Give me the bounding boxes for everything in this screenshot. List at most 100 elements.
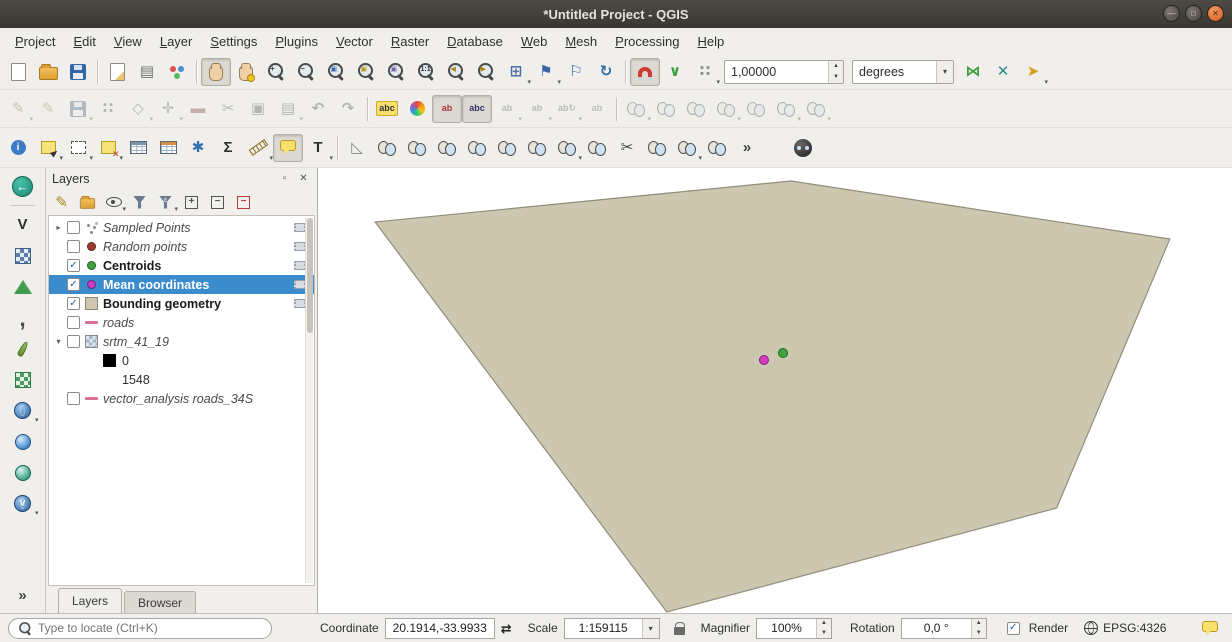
pan-to-selection-button[interactable]	[231, 58, 261, 86]
menu-settings[interactable]: Settings	[201, 31, 266, 52]
offset-curve-button[interactable]: ▾	[672, 134, 702, 162]
set-square-button[interactable]: ◺	[342, 134, 372, 162]
buffer-button[interactable]	[372, 134, 402, 162]
scale-dropdown-icon[interactable]: ▾	[642, 619, 659, 638]
enable-tracing-button[interactable]: ∨	[660, 58, 690, 86]
select-features-button[interactable]: ▾	[33, 134, 63, 162]
snapping-on-intersection-button[interactable]: ➤▾	[1018, 58, 1048, 86]
filter-legend-button[interactable]	[127, 191, 152, 213]
style-manager-button[interactable]	[162, 58, 192, 86]
coordinate-input[interactable]	[385, 618, 495, 639]
menu-layer[interactable]: Layer	[151, 31, 202, 52]
field-calculator-button[interactable]: ✱	[183, 134, 213, 162]
filter-legend-by-expression-button[interactable]: ε▾	[153, 191, 178, 213]
new-print-layout-button[interactable]	[102, 58, 132, 86]
snap-tolerance-down-icon[interactable]: ▼	[829, 72, 843, 83]
menu-mesh[interactable]: Mesh	[556, 31, 606, 52]
remove-layer-button[interactable]: −	[231, 191, 256, 213]
map-canvas[interactable]	[318, 168, 1232, 613]
crs-status[interactable]: EPSG:4326	[1084, 621, 1166, 635]
scale-combobox[interactable]: ▾	[564, 618, 660, 639]
open-project-button[interactable]	[33, 58, 63, 86]
multi-ring-buffer-button[interactable]	[402, 134, 432, 162]
add-wcs-layer-button[interactable]	[7, 428, 39, 455]
locator-input[interactable]	[38, 621, 267, 635]
layer-row[interactable]: ✓Bounding geometry	[49, 294, 314, 313]
topological-editing-button[interactable]: ⋈	[958, 58, 988, 86]
layer-row[interactable]: ✓Centroids	[49, 256, 314, 275]
add-wms-layer-dropdown-icon[interactable]: ▾	[35, 417, 39, 424]
zoom-next-button[interactable]: ▶	[471, 58, 501, 86]
expander-icon[interactable]: ▾	[52, 337, 65, 346]
layer-visibility-checkbox[interactable]: ✓	[67, 278, 80, 291]
rotation-spinbox[interactable]: ▲▼	[901, 618, 987, 639]
lock-scale-icon[interactable]	[674, 627, 685, 635]
layer-visibility-checkbox[interactable]	[67, 316, 80, 329]
measure-button[interactable]: ▾	[243, 134, 273, 162]
data-source-manager-button[interactable]: ←	[7, 173, 39, 200]
intersection-button[interactable]	[492, 134, 522, 162]
minimize-window-button[interactable]: —	[1163, 5, 1180, 22]
layer-visibility-checkbox[interactable]	[67, 221, 80, 234]
text-annotation-dropdown-icon[interactable]: ▾	[329, 155, 333, 162]
close-window-button[interactable]: ✕	[1207, 5, 1224, 22]
close-panel-icon[interactable]: ✕	[296, 171, 311, 186]
layer-row[interactable]: ▾srtm_41_19	[49, 332, 314, 351]
show-bookmarks-button[interactable]: ⚐	[561, 58, 591, 86]
toolbar-overflow-button[interactable]: »	[732, 134, 762, 162]
open-layer-styling-button[interactable]: ✎	[49, 191, 74, 213]
zoom-full-extent-button[interactable]: ▣	[321, 58, 351, 86]
menu-edit[interactable]: Edit	[64, 31, 104, 52]
locator-search[interactable]	[8, 618, 272, 639]
layer-visibility-checkbox[interactable]	[67, 392, 80, 405]
add-wfs-layer-button[interactable]: V▾	[7, 490, 39, 517]
layer-row[interactable]: Random points	[49, 237, 314, 256]
toggle-snapping-button[interactable]	[630, 58, 660, 86]
layer-row[interactable]: vector_analysis roads_34S	[49, 389, 314, 408]
rotation-down-icon[interactable]: ▼	[972, 628, 986, 638]
add-mesh-layer-button[interactable]	[7, 273, 39, 300]
left-toolbar-overflow-button[interactable]: »	[7, 582, 39, 609]
zoom-in-button[interactable]: +	[261, 58, 291, 86]
menu-web[interactable]: Web	[512, 31, 557, 52]
layer-labeling-button[interactable]: abc	[372, 95, 402, 123]
refresh-map-button[interactable]: ↻	[591, 58, 621, 86]
snap-tolerance-up-icon[interactable]: ▲	[829, 61, 843, 72]
menu-vector[interactable]: Vector	[327, 31, 382, 52]
new-spatial-bookmark-button[interactable]: ⚑▾	[531, 58, 561, 86]
menu-project[interactable]: Project	[6, 31, 64, 52]
search-binoculars-button[interactable]	[788, 134, 818, 162]
snapping-on-intersection-dropdown-icon[interactable]: ▾	[1044, 79, 1048, 86]
collapse-all-button[interactable]: −	[205, 191, 230, 213]
snapping-options-dropdown-icon[interactable]: ▾	[716, 79, 720, 86]
scale-input[interactable]	[565, 621, 642, 635]
menu-processing[interactable]: Processing	[606, 31, 688, 52]
highlight-pinned-labels-button[interactable]: abc	[462, 95, 492, 123]
render-checkbox-box[interactable]: ✓	[1007, 622, 1020, 635]
save-project-button[interactable]	[63, 58, 93, 86]
layer-visibility-checkbox[interactable]: ✓	[67, 259, 80, 272]
snapping-options-button[interactable]: ∷▾	[690, 58, 720, 86]
menu-view[interactable]: View	[105, 31, 151, 52]
messages-icon[interactable]	[1202, 621, 1218, 632]
pan-map-button[interactable]	[201, 58, 231, 86]
layers-scrollbar[interactable]	[305, 218, 313, 583]
text-annotation-button[interactable]: T▾	[303, 134, 333, 162]
add-delimited-text-layer-button[interactable]: ,	[7, 304, 39, 331]
add-group-button[interactable]	[75, 191, 100, 213]
add-raster-layer-button[interactable]	[7, 242, 39, 269]
snap-tolerance-spin[interactable]: 1,00000▲▼	[724, 60, 844, 84]
deselect-features-button[interactable]: ▾	[93, 134, 123, 162]
add-postgis-layer-button[interactable]	[7, 366, 39, 393]
zoom-last-button[interactable]: ◀	[441, 58, 471, 86]
new-project-button[interactable]	[3, 58, 33, 86]
identify-features-button[interactable]: i	[3, 134, 33, 162]
magnifier-down-icon[interactable]: ▼	[817, 628, 831, 638]
menu-raster[interactable]: Raster	[382, 31, 438, 52]
tab-layers[interactable]: Layers	[58, 588, 122, 613]
layer-visibility-checkbox[interactable]	[67, 240, 80, 253]
rotation-input[interactable]	[902, 621, 971, 635]
zoom-native-resolution-button[interactable]: 1:1	[411, 58, 441, 86]
split-features-button[interactable]: ✂	[612, 134, 642, 162]
layer-visibility-checkbox[interactable]: ✓	[67, 297, 80, 310]
